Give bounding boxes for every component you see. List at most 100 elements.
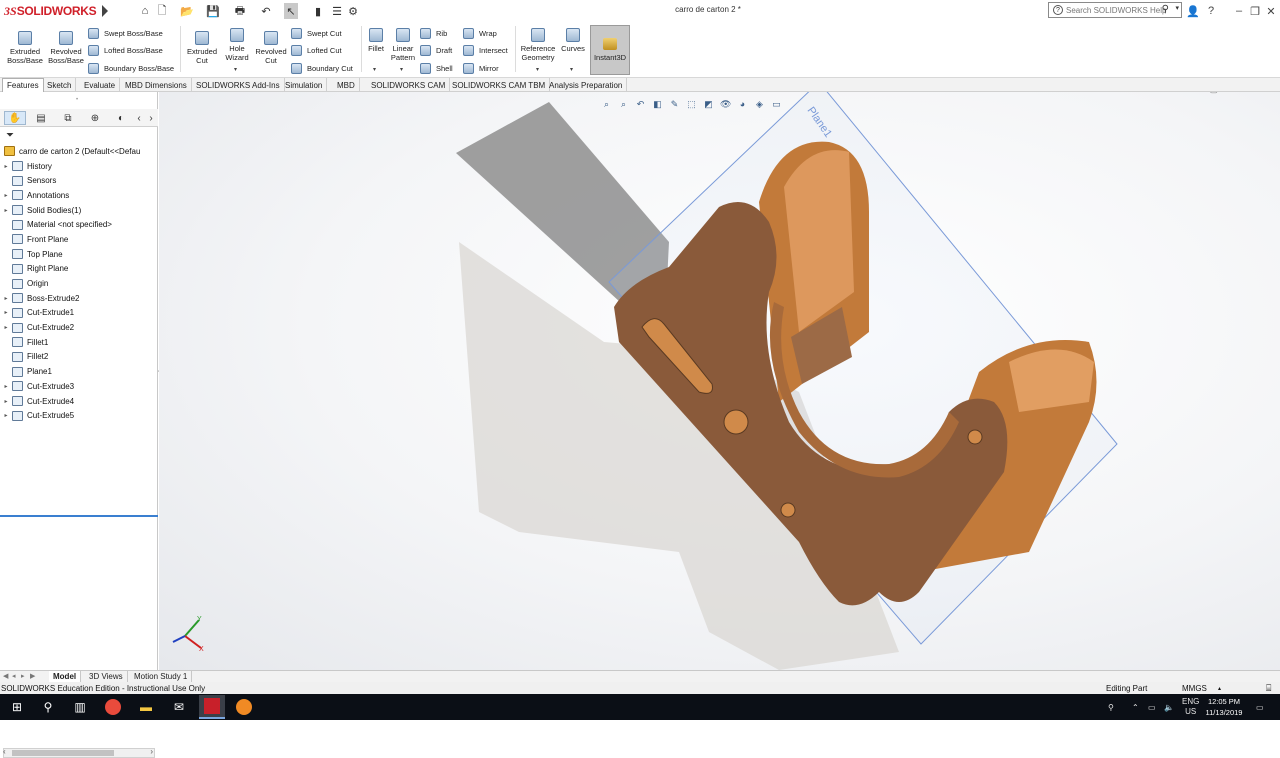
expand-arrow-icon[interactable]: ▸ [0,412,12,419]
tab-solidworks-cam[interactable]: SOLIDWORKS CAM [367,78,451,92]
property-manager-tab-icon[interactable]: ▤ [30,111,52,125]
tree-item-top-plane[interactable]: Top Plane [0,247,158,262]
tree-item-boss-extrude2[interactable]: ▸ Boss-Extrude2 [0,291,158,306]
status-customize-icon[interactable]: ⌸ [1266,683,1271,694]
firefox-icon[interactable] [236,699,252,715]
restore-icon[interactable]: ❐ [1248,3,1262,19]
revolved-cut-button[interactable]: Revolved Cut [253,31,289,65]
close-icon[interactable]: ✕ [1264,3,1278,19]
tab-solidworks-cam-tbm[interactable]: SOLIDWORKS CAM TBM [448,78,551,92]
tree-item-fillet2[interactable]: Fillet2 [0,350,158,365]
tabs-scroll-right-icon[interactable]: › [146,111,156,125]
tree-item-cut-extrude4[interactable]: ▸ Cut-Extrude4 [0,394,158,409]
tree-item-history[interactable]: ▸ History [0,159,158,174]
tab-analysis-preparation[interactable]: Analysis Preparation [545,78,628,92]
expand-arrow-icon[interactable]: ▸ [0,295,12,302]
expand-arrow-icon[interactable]: ▸ [0,324,12,331]
tree-item-material-not-specified[interactable]: Material <not specified> [0,217,158,232]
expand-arrow-icon[interactable]: ▸ [0,309,12,316]
display-manager-tab-icon[interactable]: ◐ [110,111,132,125]
tabs-scroll-left-icon[interactable]: ‹ [134,111,144,125]
tile-window-icon[interactable]: ⧉ [1194,92,1200,95]
tree-item-plane1[interactable]: Plane1 [0,364,158,379]
tab-3d-views[interactable]: 3D Views [85,671,128,682]
split-view-icon[interactable]: ▢ [1209,92,1218,95]
lofted-boss-button[interactable]: Lofted Boss/Base [88,43,163,57]
tree-root-part[interactable]: carro de carton 2 (Default<<Defau [0,144,158,159]
units-dropdown-icon[interactable]: ▴ [1218,685,1221,692]
tab-mbd-dimensions[interactable]: MBD Dimensions [121,78,192,92]
extruded-boss-button[interactable]: Extruded Boss/Base [6,31,44,65]
linear-pattern-button[interactable]: Linear Pattern [388,28,418,62]
tree-item-annotations[interactable]: ▸ Annotations [0,188,158,203]
language-indicator[interactable]: ENG US [1182,694,1199,720]
fillet-button[interactable]: Fillet [364,28,388,53]
tree-item-cut-extrude5[interactable]: ▸ Cut-Extrude5 [0,408,158,423]
tree-horizontal-scrollbar[interactable]: ‹ › [3,747,155,758]
search-icon[interactable]: ⚲ [1162,4,1169,15]
search-dropdown-icon[interactable]: ▾ [1175,4,1179,12]
volume-icon[interactable]: 🔈 [1164,694,1174,720]
unit-system-selector[interactable]: MMGS [1182,684,1207,693]
swept-boss-button[interactable]: Swept Boss/Base [88,26,163,40]
tab-model[interactable]: Model [49,671,82,682]
swept-cut-button[interactable]: Swept Cut [291,26,342,40]
extruded-cut-button[interactable]: Extruded Cut [184,31,220,65]
tree-item-fillet1[interactable]: Fillet1 [0,335,158,350]
fillet-dropdown-icon[interactable]: ▾ [373,66,376,73]
revolved-boss-button[interactable]: Revolved Boss/Base [47,31,85,65]
shell-button[interactable]: Shell [420,61,453,75]
tab-sketch[interactable]: Sketch [43,78,77,92]
rib-button[interactable]: Rib [420,26,447,40]
tab-features[interactable]: Features [2,78,44,92]
taskbar-search-icon[interactable]: ⚲ [40,699,56,715]
tab-motion-study[interactable]: Motion Study 1 [130,671,193,682]
expand-arrow-icon[interactable]: ▸ [0,207,12,214]
scroll-thumb[interactable] [12,750,114,756]
tree-item-front-plane[interactable]: Front Plane [0,232,158,247]
scroll-right-arrow-icon[interactable]: › [150,747,153,756]
draft-button[interactable]: Draft [420,43,452,57]
expand-arrow-icon[interactable]: ▸ [0,163,12,170]
tree-item-cut-extrude3[interactable]: ▸ Cut-Extrude3 [0,379,158,394]
tree-item-right-plane[interactable]: Right Plane [0,262,158,277]
tree-item-solid-bodies-1[interactable]: ▸ Solid Bodies(1) [0,203,158,218]
filter-icon[interactable]: ⏷ [6,130,14,141]
curves-dropdown-icon[interactable]: ▾ [570,66,573,73]
curves-button[interactable]: Curves [560,28,586,53]
windows-start-icon[interactable]: ⊞ [9,699,25,715]
file-explorer-icon[interactable]: ▬ [138,699,154,715]
expand-arrow-icon[interactable]: ▸ [0,192,12,199]
solidworks-taskbar-icon[interactable] [199,695,225,719]
last-tab-icon[interactable]: ▶ [30,672,35,680]
first-tab-icon[interactable]: ◀ [3,672,8,680]
help-icon[interactable]: ? [1204,3,1218,19]
viewport-restore-icon[interactable]: ❐ [1241,92,1249,95]
tab-solidworks-addins[interactable]: SOLIDWORKS Add-Ins [192,78,285,92]
tree-item-cut-extrude2[interactable]: ▸ Cut-Extrude2 [0,320,158,335]
system-clock[interactable]: 12:05 PM 11/13/2019 [1204,696,1244,718]
instant3d-button[interactable]: Instant3D [590,25,630,75]
boundary-cut-button[interactable]: Boundary Cut [291,61,353,75]
task-view-icon[interactable]: ▥ [72,699,88,715]
mail-icon[interactable]: ✉ [171,699,187,715]
tray-expand-icon[interactable]: ⌃ [1132,694,1139,720]
graphics-area[interactable]: ⌕ ⌕ ↶ ◧ ✎ ⬚ ◩ 👁 ◕ ◈ ▭ Plane1 Y X [159,92,1280,670]
boundary-boss-button[interactable]: Boundary Boss/Base [88,61,174,75]
tree-item-cut-extrude1[interactable]: ▸ Cut-Extrude1 [0,306,158,321]
tab-evaluate[interactable]: Evaluate [80,78,121,92]
rollback-bar[interactable] [0,515,158,517]
help-search-input[interactable]: ? Search SOLIDWORKS Help ⚲ ▾ [1048,2,1182,18]
tab-simulation[interactable]: Simulation [281,78,328,92]
viewport-close-icon[interactable]: ✕ [1258,92,1266,95]
intersect-button[interactable]: Intersect [463,43,508,57]
configuration-manager-tab-icon[interactable]: ⧉ [57,111,79,125]
wrap-button[interactable]: Wrap [463,26,497,40]
reference-geometry-button[interactable]: Reference Geometry [518,28,558,62]
people-icon[interactable]: ⚲ [1108,694,1114,720]
panel-grip-icon[interactable]: • [76,97,78,103]
network-icon[interactable]: ▭ [1148,694,1156,720]
chrome-icon[interactable] [105,699,121,715]
hole-wizard-button[interactable]: Hole Wizard [220,28,254,62]
notifications-icon[interactable]: ▭ [1256,694,1264,720]
